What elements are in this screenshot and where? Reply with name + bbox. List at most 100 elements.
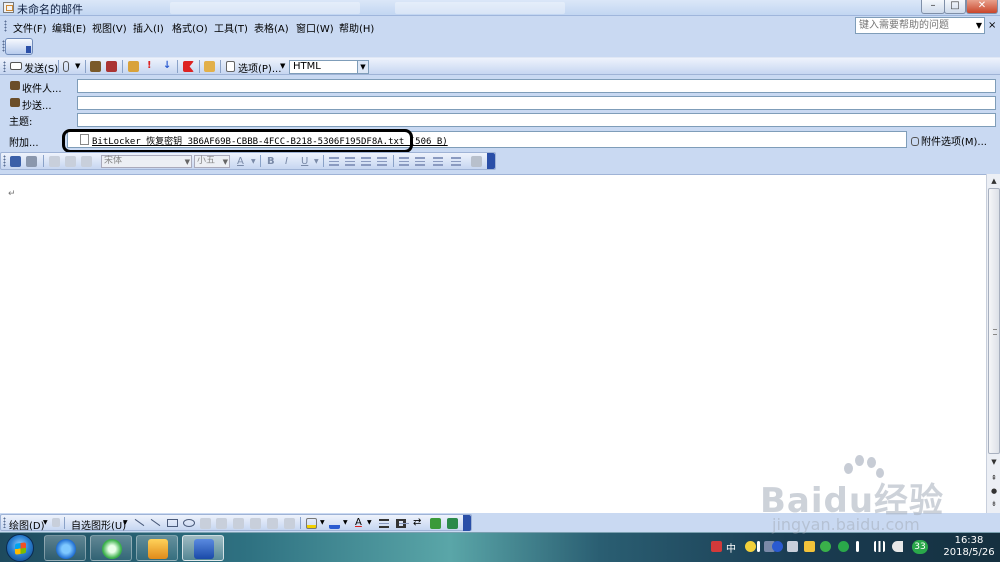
toolbar-grip-handle[interactable]	[3, 155, 6, 167]
minimize-button[interactable]: –	[921, 0, 945, 14]
cc-button[interactable]: 抄送...	[22, 97, 52, 112]
arrow-tool-icon[interactable]	[150, 518, 161, 527]
document-close-icon[interactable]: ×	[988, 20, 996, 31]
send-button[interactable]: 发送(S)	[24, 60, 58, 75]
increase-indent-icon[interactable]	[451, 157, 461, 166]
system-clock[interactable]: 16:38 2018/5/26	[940, 535, 998, 559]
toolbar-grip-handle[interactable]	[3, 61, 6, 72]
help-search-box[interactable]: ▼	[855, 17, 985, 34]
justify-icon[interactable]	[377, 157, 387, 166]
oval-tool-icon[interactable]	[183, 519, 195, 527]
input-method-icon[interactable]	[711, 541, 722, 552]
scroll-up-icon[interactable]: ▲	[988, 175, 1000, 187]
style-button[interactable]: A	[237, 156, 244, 167]
shadow-style-icon[interactable]	[430, 518, 441, 529]
address-book-icon[interactable]	[10, 81, 20, 90]
toolbar-options-button[interactable]	[5, 38, 33, 55]
toolbar-overflow-icon[interactable]	[487, 153, 495, 169]
chevron-down-icon[interactable]: ▼	[367, 519, 372, 526]
moon-icon[interactable]	[745, 541, 756, 552]
subject-input[interactable]	[78, 114, 995, 126]
chevron-down-icon[interactable]: ▼	[976, 21, 982, 30]
options-button[interactable]: 选项(P)...	[238, 60, 281, 75]
flag-tray-icon[interactable]	[856, 541, 859, 552]
attach-label[interactable]: 附加...	[9, 134, 39, 149]
chevron-down-icon[interactable]: ▼	[357, 61, 368, 73]
taskbar-media[interactable]	[90, 535, 132, 561]
to-button[interactable]: 收件人...	[22, 80, 62, 95]
chevron-down-icon[interactable]: ▼	[343, 519, 348, 526]
chevron-down-icon[interactable]: ▼	[185, 157, 190, 168]
taskbar-ie[interactable]	[44, 535, 86, 561]
italic-button[interactable]: I	[285, 156, 288, 167]
chevron-down-icon[interactable]: ▼	[251, 158, 256, 165]
close-button[interactable]: ✕	[966, 0, 998, 14]
chevron-down-icon[interactable]: ▼	[43, 519, 48, 526]
bullet-list-icon[interactable]	[415, 157, 425, 166]
notification-badge[interactable]: 33	[912, 540, 928, 554]
draw-menu-button[interactable]: 绘图(D)	[9, 517, 45, 532]
copy-icon[interactable]	[65, 156, 76, 167]
font-size-select[interactable]: 小五 ▼	[194, 155, 230, 168]
to-input[interactable]	[78, 80, 995, 92]
help-search-input[interactable]	[856, 18, 968, 33]
arrow-style-icon[interactable]: ⇄	[413, 517, 421, 528]
menu-window[interactable]: 窗口(W)	[296, 20, 334, 35]
address-book-icon[interactable]	[90, 61, 101, 72]
high-importance-icon[interactable]: !	[147, 60, 152, 71]
font-name-select[interactable]: 宋体 ▼	[101, 155, 192, 168]
vertical-textbox-icon[interactable]	[216, 518, 227, 529]
bold-button[interactable]: B	[267, 156, 275, 167]
cc-input[interactable]	[78, 97, 995, 109]
help-tray-icon[interactable]	[772, 541, 783, 552]
select-objects-icon[interactable]	[52, 518, 60, 527]
paste-icon[interactable]	[81, 156, 92, 167]
menu-file[interactable]: 文件(F)	[13, 20, 47, 35]
chevron-down-icon[interactable]: ▼	[280, 62, 285, 70]
fill-color-icon[interactable]	[306, 518, 317, 529]
autoshapes-menu-button[interactable]: 自选图形(U)	[71, 517, 126, 532]
volume-icon[interactable]	[892, 541, 903, 552]
print-icon[interactable]	[26, 156, 37, 167]
toolbar-grip-handle[interactable]	[3, 517, 6, 528]
font-color-icon[interactable]: A	[355, 517, 362, 528]
diagram-icon[interactable]	[250, 518, 261, 529]
cc-field[interactable]	[77, 96, 996, 110]
punctuation-icon[interactable]	[757, 541, 760, 552]
dash-style-icon[interactable]	[396, 519, 409, 528]
textbox-tool-icon[interactable]	[200, 518, 211, 529]
chevron-down-icon[interactable]: ▼	[314, 158, 319, 165]
to-field[interactable]	[77, 79, 996, 93]
contacts-icon[interactable]	[204, 61, 215, 72]
save-icon[interactable]	[10, 156, 21, 167]
start-button[interactable]	[6, 534, 34, 562]
clip-art-icon[interactable]	[267, 518, 278, 529]
flag-icon[interactable]	[183, 61, 194, 72]
network-icon[interactable]	[874, 541, 885, 552]
menu-grip-handle[interactable]	[4, 20, 7, 32]
chevron-down-icon[interactable]: ▼	[75, 62, 80, 70]
menu-help[interactable]: 帮助(H)	[339, 20, 374, 35]
underline-button[interactable]: U	[301, 156, 308, 167]
menu-table[interactable]: 表格(A)	[254, 20, 289, 35]
chevron-down-icon[interactable]: ▼	[123, 519, 128, 526]
menu-view[interactable]: 视图(V)	[92, 20, 127, 35]
chevron-down-icon[interactable]: ▼	[223, 157, 228, 168]
outlook-mail-icon[interactable]	[3, 2, 14, 13]
numbered-list-icon[interactable]	[399, 157, 409, 166]
line-style-icon[interactable]	[379, 519, 389, 528]
menu-insert[interactable]: 插入(I)	[133, 20, 164, 35]
signature-icon[interactable]	[128, 61, 139, 72]
security-tray-icon[interactable]	[804, 541, 815, 552]
menu-tools[interactable]: 工具(T)	[214, 20, 248, 35]
address-book-icon[interactable]	[10, 98, 20, 107]
align-right-icon[interactable]	[361, 157, 371, 166]
attachment-options-button[interactable]: 附件选项(M)...	[911, 133, 987, 148]
rectangle-tool-icon[interactable]	[167, 519, 178, 527]
low-importance-icon[interactable]: ↓	[163, 60, 171, 71]
menu-edit[interactable]: 编辑(E)	[52, 20, 86, 35]
subject-field[interactable]	[77, 113, 996, 127]
line-color-icon[interactable]	[329, 518, 340, 529]
insert-picture-icon[interactable]	[284, 518, 295, 529]
align-center-icon[interactable]	[345, 157, 355, 166]
